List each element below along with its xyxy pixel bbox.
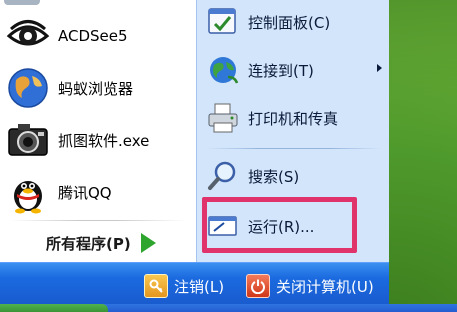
control-panel-icon (208, 8, 236, 34)
all-programs-button[interactable]: 所有程序(P) (46, 230, 186, 256)
logoff-button[interactable]: 注销(L) (144, 271, 224, 301)
program-item-acdsee[interactable]: ACDSee5 (6, 14, 192, 58)
program-label: 蚂蚁浏览器 (58, 79, 134, 98)
connect-to-label: 连接到(T) (248, 61, 314, 80)
start-menu: ACDSee5 蚂蚁浏览器 抓图软件.exe 腾讯QQ 所有程序(P) 控制面板… (0, 0, 389, 262)
start-menu-left-pane: ACDSee5 蚂蚁浏览器 抓图软件.exe 腾讯QQ 所有程序(P) (0, 0, 196, 262)
key-icon (144, 274, 168, 298)
globe-browser-icon (8, 68, 48, 108)
power-icon (246, 274, 270, 298)
printers-faxes-label: 打印机和传真 (248, 109, 339, 128)
program-label: 抓图软件.exe (58, 131, 150, 150)
program-item-qq[interactable]: 腾讯QQ (6, 170, 192, 214)
connect-to-item[interactable]: 连接到(T) (206, 52, 384, 88)
divider (206, 148, 382, 149)
shutdown-label: 关闭计算机(U) (276, 277, 374, 296)
all-programs-label: 所有程序(P) (46, 234, 131, 253)
program-item-ant-browser[interactable]: 蚂蚁浏览器 (6, 66, 192, 110)
printers-faxes-item[interactable]: 打印机和传真 (206, 100, 384, 136)
shutdown-button[interactable]: 关闭计算机(U) (246, 271, 374, 301)
logoff-label: 注销(L) (174, 277, 225, 296)
divider (10, 220, 186, 221)
run-highlight-box (202, 197, 357, 253)
control-panel-item[interactable]: 控制面板(C) (206, 4, 384, 40)
start-button-edge[interactable] (0, 304, 108, 312)
connect-globe-icon (210, 57, 239, 84)
green-arrow-right-icon (140, 233, 156, 253)
printer-icon (208, 103, 238, 133)
search-magnifier-icon (208, 161, 236, 190)
control-panel-label: 控制面板(C) (248, 13, 331, 32)
search-item[interactable]: 搜索(S) (206, 158, 384, 194)
program-item-capture-software[interactable]: 抓图软件.exe (6, 118, 192, 162)
program-label: 腾讯QQ (58, 183, 112, 202)
submenu-arrow-icon (377, 64, 382, 72)
partial-icon-top (4, 0, 40, 5)
camera-icon (8, 124, 48, 156)
qq-penguin-icon (14, 181, 42, 214)
program-label: ACDSee5 (58, 27, 128, 45)
search-label: 搜索(S) (248, 167, 300, 186)
acdsee-eye-icon (6, 20, 50, 46)
